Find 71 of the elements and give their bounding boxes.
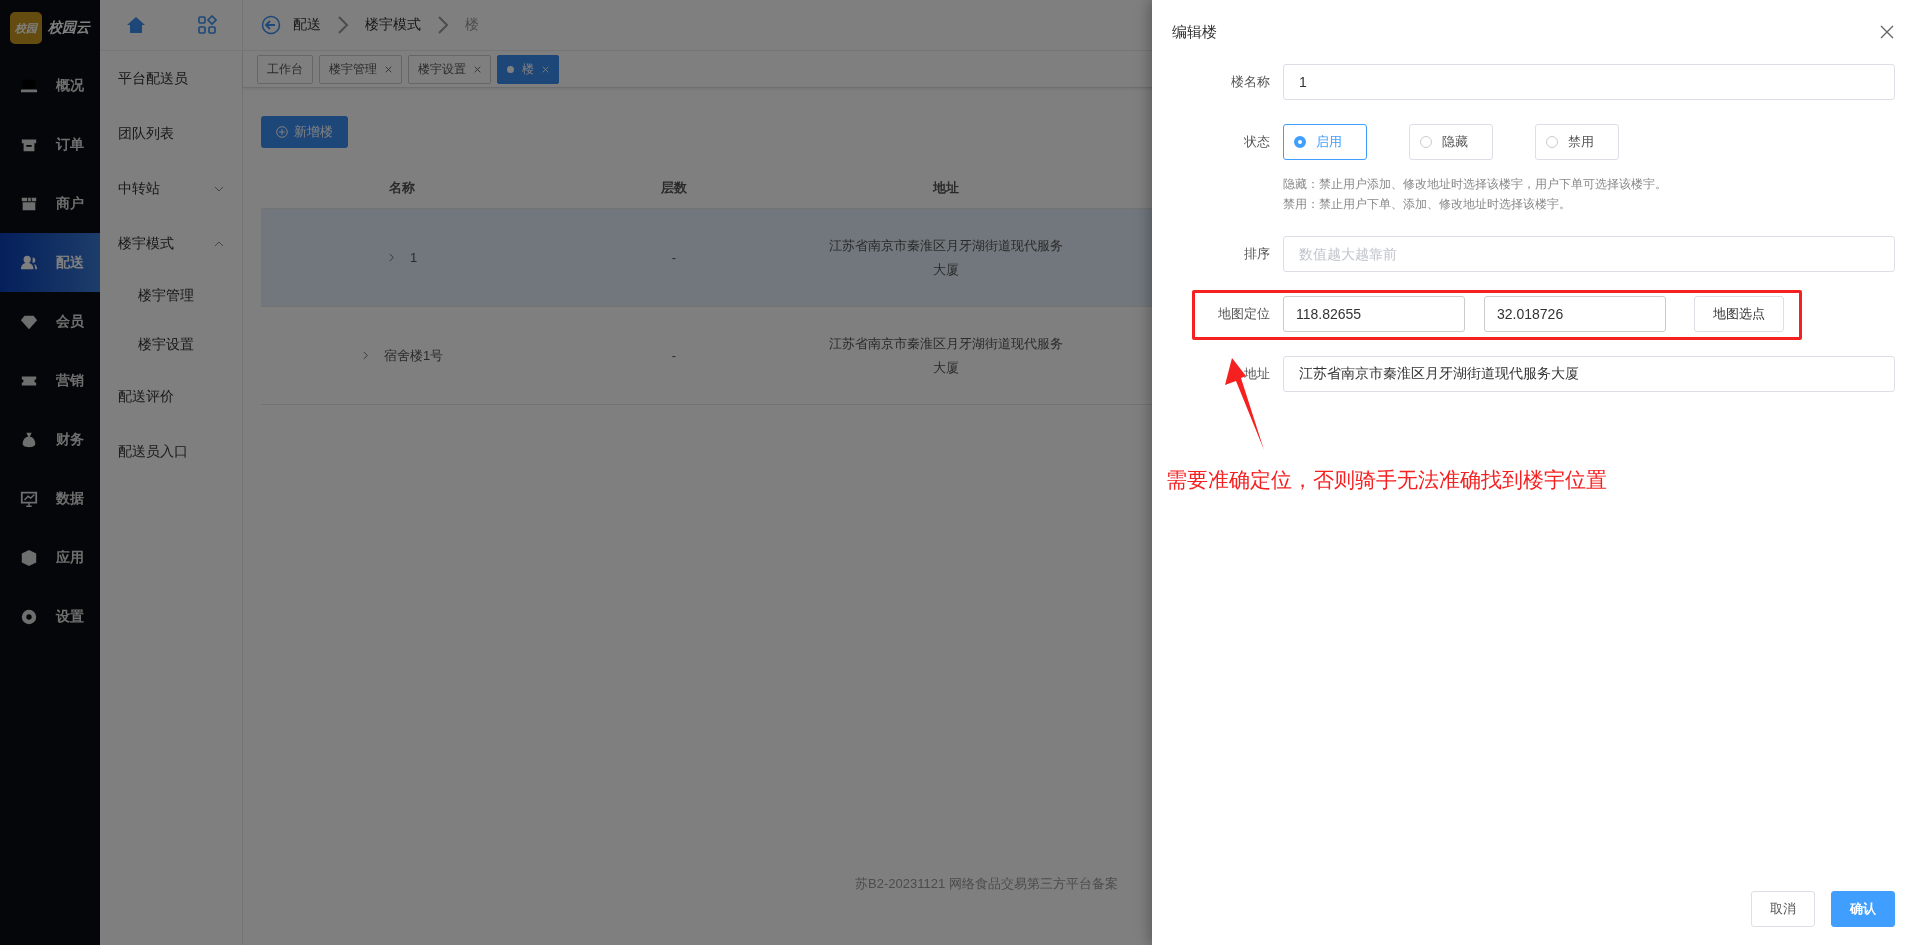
submenu-item[interactable]: 楼宇管理 [100, 271, 242, 320]
nav-item[interactable]: 营销 [0, 351, 100, 410]
menu-item[interactable]: 团队列表 [100, 106, 242, 161]
coordinate-field[interactable]: 32.018726 [1484, 296, 1666, 332]
nav-item[interactable]: 配送 [0, 233, 100, 292]
nav-item[interactable]: 会员 [0, 292, 100, 351]
breadcrumb-item[interactable]: 楼宇模式 [365, 16, 421, 34]
table-cell-text: 江苏省南京市秦淮区月牙湖街道现代服务大厦 [828, 334, 1064, 377]
back-icon[interactable] [261, 15, 281, 35]
confirm-button[interactable]: 确认 [1831, 891, 1895, 927]
cube-icon [20, 548, 38, 567]
hint-text: 禁用：禁止用户下单、添加、修改地址时选择该楼宇。 [1283, 196, 1572, 213]
field-label: 地图定位 [1217, 305, 1271, 323]
users-icon [20, 253, 38, 272]
close-icon[interactable] [474, 65, 481, 73]
plus-circle-icon [276, 126, 288, 138]
menu-item[interactable]: 中转站 [100, 161, 242, 216]
page-tab[interactable]: 楼宇管理 [319, 54, 402, 84]
expand-icon[interactable] [360, 351, 370, 360]
nav-item[interactable]: 数据 [0, 469, 100, 528]
input-field[interactable]: 数值越大越靠前 [1283, 236, 1895, 272]
settings-icon [20, 607, 38, 626]
nav-item[interactable]: 概况 [0, 56, 100, 115]
column-header: 层数 [543, 168, 805, 209]
submenu-item[interactable]: 楼宇设置 [100, 320, 242, 369]
input-field[interactable]: 1 [1283, 64, 1895, 100]
logo-text: 校园云 [48, 19, 90, 37]
menu-item[interactable]: 配送员入口 [100, 424, 242, 479]
menu-item[interactable]: 配送评价 [100, 369, 242, 424]
page-tab[interactable]: 楼 [497, 54, 559, 84]
menu-item[interactable]: 平台配送员 [100, 51, 242, 106]
map-pick-button[interactable]: 地图选点 [1694, 296, 1784, 332]
close-icon[interactable] [385, 65, 392, 73]
page-tab[interactable]: 楼宇设置 [408, 54, 491, 84]
radio-option[interactable]: 隐藏 [1409, 124, 1493, 160]
add-button[interactable]: 新增楼 [261, 116, 348, 148]
cancel-button[interactable]: 取消 [1751, 891, 1815, 927]
money-bag-icon [20, 430, 38, 449]
field-label: 楼名称 [1230, 73, 1271, 91]
radio-option[interactable]: 禁用 [1535, 124, 1619, 160]
field-label: 排序 [1243, 245, 1271, 263]
nav-item[interactable]: 订单 [0, 115, 100, 174]
monitor-icon [20, 489, 38, 508]
nav-item[interactable]: 设置 [0, 587, 100, 646]
nav-item[interactable]: 财务 [0, 410, 100, 469]
table-cell: 1 [409, 250, 418, 265]
annotation-text: 需要准确定位，否则骑手无法准确找到楼宇位置 [1166, 467, 1607, 493]
input-field[interactable]: 江苏省南京市秦淮区月牙湖街道现代服务大厦 [1283, 356, 1895, 392]
home-icon[interactable] [125, 15, 146, 35]
logo-badge: 校园 [10, 12, 42, 44]
radio-option[interactable]: 启用 [1283, 124, 1367, 160]
field-label: 状态 [1243, 133, 1271, 151]
column-header: 名称 [261, 168, 543, 209]
table-cell: 宿舍楼1号 [383, 346, 444, 365]
apps-icon[interactable] [196, 15, 217, 35]
table-cell: - [671, 250, 677, 265]
coordinate-field[interactable]: 118.82655 [1283, 296, 1465, 332]
expand-icon[interactable] [386, 253, 396, 262]
page-tab[interactable]: 工作台 [257, 54, 313, 84]
active-dot [507, 65, 514, 73]
field-label: 地址 [1243, 365, 1271, 383]
column-header: 地址 [805, 168, 1087, 209]
breadcrumb-item[interactable]: 配送 [293, 16, 321, 34]
drawer-title: 编辑楼 [1172, 22, 1217, 42]
nav-item[interactable]: 应用 [0, 528, 100, 587]
table-cell-text: 江苏省南京市秦淮区月牙湖街道现代服务大厦 [828, 236, 1064, 279]
close-icon[interactable] [1879, 24, 1895, 40]
hint-text: 隐藏：禁止用户添加、修改地址时选择该楼宇，用户下单可选择该楼宇。 [1283, 176, 1668, 193]
menu-item[interactable]: 楼宇模式 [100, 216, 242, 271]
table-cell: - [671, 348, 677, 363]
nav-item[interactable]: 商户 [0, 174, 100, 233]
